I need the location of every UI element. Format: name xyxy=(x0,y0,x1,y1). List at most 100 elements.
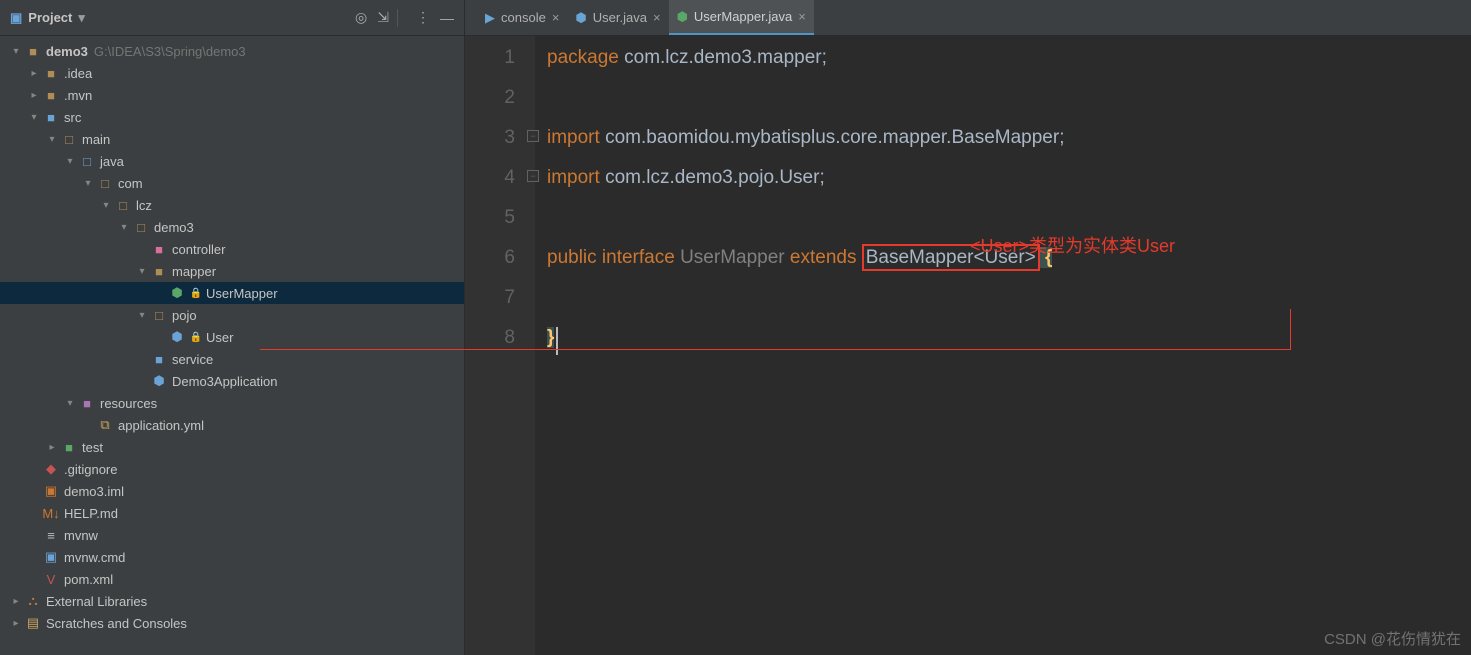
node-label: .gitignore xyxy=(64,462,117,477)
expand-icon[interactable]: ▾ xyxy=(64,156,76,167)
expand-icon[interactable]: ▸ xyxy=(46,442,58,453)
node-label: src xyxy=(64,110,81,125)
node-usermapper[interactable]: ⬢🔒UserMapper xyxy=(0,282,464,304)
node-help[interactable]: M↓HELP.md xyxy=(0,502,464,524)
line-number: 8 xyxy=(465,318,515,358)
line-number: 7 xyxy=(465,278,515,318)
node-java[interactable]: ▾□java xyxy=(0,150,464,172)
line-number: 3 xyxy=(465,118,515,158)
file-icon: ■ xyxy=(24,44,42,59)
expand-icon[interactable]: ▸ xyxy=(28,68,40,79)
tab-label: console xyxy=(501,10,546,25)
node-src[interactable]: ▾■src xyxy=(0,106,464,128)
node-main[interactable]: ▾□main xyxy=(0,128,464,150)
expand-icon[interactable]: ▾ xyxy=(136,310,148,321)
editor-area: ▶console×⬢User.java×⬢UserMapper.java× 12… xyxy=(465,0,1471,655)
node-extlib[interactable]: ▸⛬External Libraries xyxy=(0,590,464,612)
expand-icon[interactable]: ▾ xyxy=(118,222,130,233)
node-lcz[interactable]: ▾□ lcz xyxy=(0,194,464,216)
tab-icon: ▶ xyxy=(485,10,495,26)
project-sidebar: ▣ Project ▾ ◎ ⇲ ⋮ — ▾■demo3G:\IDEA\S3\Sp… xyxy=(0,0,465,655)
node-label: HELP.md xyxy=(64,506,118,521)
node-com[interactable]: ▾□com xyxy=(0,172,464,194)
node-controller[interactable]: ■controller xyxy=(0,238,464,260)
node-label: External Libraries xyxy=(46,594,147,609)
node-demo3pkg[interactable]: ▾□demo3 xyxy=(0,216,464,238)
expand-icon[interactable]: ▸ xyxy=(10,618,22,629)
file-icon: ⬢ xyxy=(150,373,168,389)
expand-icon[interactable]: ▸ xyxy=(28,90,40,101)
line-number: 4 xyxy=(465,158,515,198)
node-service[interactable]: ■service xyxy=(0,348,464,370)
target-icon[interactable]: ◎ xyxy=(355,9,367,26)
file-icon: ▤ xyxy=(24,615,42,631)
node-test[interactable]: ▸■test xyxy=(0,436,464,458)
close-icon[interactable]: × xyxy=(552,10,560,25)
expand-icon[interactable]: ▾ xyxy=(28,112,40,123)
file-icon: □ xyxy=(150,308,168,323)
node-gitignore[interactable]: ◆.gitignore xyxy=(0,458,464,480)
code-line-6: public interface UserMapper extends Base… xyxy=(547,238,1471,278)
project-title: Project xyxy=(28,10,72,25)
editor-tabs: ▶console×⬢User.java×⬢UserMapper.java× xyxy=(465,0,1471,36)
node-label: mapper xyxy=(172,264,216,279)
file-icon: ≡ xyxy=(42,528,60,543)
node-label: .idea xyxy=(64,66,92,81)
caret xyxy=(556,327,558,355)
node-mvn[interactable]: ▸■.mvn xyxy=(0,84,464,106)
node-label: test xyxy=(82,440,103,455)
code-line-4: −import com.lcz.demo3.pojo.User; xyxy=(547,158,1471,198)
node-mvnwcmd[interactable]: ▣mvnw.cmd xyxy=(0,546,464,568)
line-number: 5 xyxy=(465,198,515,238)
collapse-icon[interactable]: ⇲ xyxy=(377,9,389,26)
chevron-down-icon[interactable]: ▾ xyxy=(78,10,85,26)
node-appyml[interactable]: ⧉application.yml xyxy=(0,414,464,436)
line-number: 2 xyxy=(465,78,515,118)
code-body[interactable]: package com.lcz.demo3.mapper; −import co… xyxy=(535,36,1471,655)
tab-user[interactable]: ⬢User.java× xyxy=(567,0,668,35)
expand-icon[interactable]: ▾ xyxy=(82,178,94,189)
node-demo3[interactable]: ▾■demo3G:\IDEA\S3\Spring\demo3 xyxy=(0,40,464,62)
expand-icon[interactable]: ▸ xyxy=(10,596,22,607)
node-resources[interactable]: ▾■ resources xyxy=(0,392,464,414)
node-label: mvnw xyxy=(64,528,98,543)
node-demo3app[interactable]: ⬢Demo3Application xyxy=(0,370,464,392)
node-mapper[interactable]: ▾■mapper xyxy=(0,260,464,282)
tab-usermapper[interactable]: ⬢UserMapper.java× xyxy=(669,0,814,35)
file-icon: □ xyxy=(78,154,96,169)
expand-icon[interactable]: ▾ xyxy=(46,134,58,145)
expand-icon[interactable]: ▾ xyxy=(136,266,148,277)
node-pojo[interactable]: ▾□pojo xyxy=(0,304,464,326)
more-icon[interactable]: ⋮ xyxy=(416,9,430,26)
node-label: Scratches and Consoles xyxy=(46,616,187,631)
file-icon: ■ xyxy=(150,352,168,367)
code-area[interactable]: 12345678 package com.lcz.demo3.mapper; −… xyxy=(465,36,1471,655)
node-pom[interactable]: Vpom.xml xyxy=(0,568,464,590)
node-mvnw[interactable]: ≡ mvnw xyxy=(0,524,464,546)
node-scratch[interactable]: ▸▤ Scratches and Consoles xyxy=(0,612,464,634)
close-icon[interactable]: × xyxy=(653,10,661,25)
expand-icon[interactable]: ▾ xyxy=(10,46,22,57)
fold-icon[interactable]: − xyxy=(527,170,539,182)
hide-icon[interactable]: — xyxy=(440,10,454,26)
file-icon: □ xyxy=(114,198,132,213)
tab-console[interactable]: ▶ console × xyxy=(477,0,567,35)
expand-icon[interactable]: ▾ xyxy=(64,398,76,409)
node-idea[interactable]: ▸■.idea xyxy=(0,62,464,84)
tab-label: User.java xyxy=(593,10,647,25)
close-icon[interactable]: × xyxy=(798,9,806,24)
project-tree: ▾■demo3G:\IDEA\S3\Spring\demo3▸■.idea▸■.… xyxy=(0,36,464,655)
node-label: lcz xyxy=(136,198,152,213)
file-icon: ■ xyxy=(78,396,96,411)
separator xyxy=(397,9,398,27)
node-user[interactable]: ⬢🔒User xyxy=(0,326,464,348)
project-icon: ▣ xyxy=(10,10,22,26)
tab-icon: ⬢ xyxy=(677,9,688,25)
node-iml[interactable]: ▣demo3.iml xyxy=(0,480,464,502)
node-label: resources xyxy=(100,396,157,411)
file-icon: □ xyxy=(60,132,78,147)
file-icon: □ xyxy=(96,176,114,191)
fold-icon[interactable]: − xyxy=(527,130,539,142)
expand-icon[interactable]: ▾ xyxy=(100,200,112,211)
file-icon: ▣ xyxy=(42,483,60,499)
